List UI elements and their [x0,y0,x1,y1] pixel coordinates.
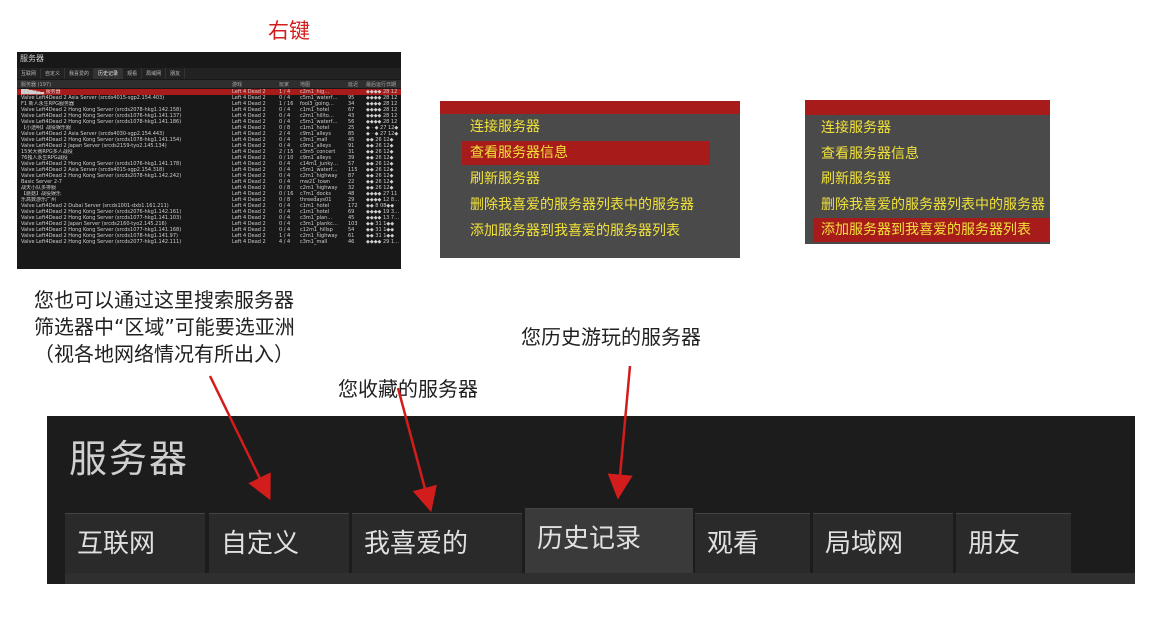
tab-0[interactable]: 互联网 [65,513,205,573]
context-menu-add-favorite: 连接服务器 查看服务器信息 刷新服务器 删除我喜爱的服务器列表中的服务器 添加服务器到我… [805,100,1050,244]
tab-6[interactable]: 朋友 [956,513,1071,573]
server-list: █▇▆▅▄▃ 服务器 Left 4 Dead 21 / 4 c2m1_hig… ◆◆◆… [17,89,401,245]
mini-browser-tabs: 互联网 自定义 我喜爱的 历史记录 观看 局域网 朋友 [17,68,401,79]
cell-players: 4 / 4 [279,239,291,245]
mini-tab[interactable]: 我喜爱的 [65,68,95,79]
menu-item[interactable]: 连接服务器 [813,116,1050,140]
tab-4[interactable]: 观看 [695,513,810,573]
menu-item[interactable]: 查看服务器信息 [813,142,1050,166]
cell-ping: 46 [348,239,355,245]
mini-tab[interactable]: 自定义 [41,68,66,79]
menu-top-bar [805,100,1050,115]
cell-name: Valve Left4Dead 2 Hong Kong Server (srcd… [21,239,182,245]
cell-last: ◆◆◆◆ 29 1… [366,239,400,245]
mini-server-browser: 服务器 互联网 自定义 我喜爱的 历史记录 观看 局域网 朋友 服务器 (197) 游戏 玩… [17,52,401,269]
server-browser-tabs-zoom: 服务器 互联网 自定义 我喜爱的 历史记录 观看 局域网 朋友 [47,416,1135,584]
menu-item[interactable]: 连接服务器 [462,115,710,139]
header-name[interactable]: 服务器 (197) [21,81,51,88]
search-annotation-line3: （视各地网络情况有所出入） [34,342,294,366]
tab-2[interactable]: 我喜爱的 [352,513,522,573]
mini-tab[interactable]: 观看 [123,68,143,79]
cell-game: Left 4 Dead 2 [232,239,266,245]
tab-1[interactable]: 自定义 [209,513,349,573]
mini-tab[interactable]: 局域网 [142,68,167,79]
header-last-played[interactable]: 最后运行日期 [366,81,396,88]
menu-item[interactable]: 添加服务器到我喜爱的服务器列表 [813,218,1050,242]
tab-5[interactable]: 局域网 [813,513,953,573]
tab-content-edge [65,573,1135,584]
table-row[interactable]: Valve Left4Dead 2 Hong Kong Server (srcd… [17,239,401,245]
mini-tab[interactable]: 历史记录 [94,68,124,79]
menu-item[interactable]: 查看服务器信息 [462,141,710,165]
cell-map: c3m1_mall [300,239,328,245]
search-annotation-line2: 筛选器中“区域”可能要选亚洲 [34,315,295,339]
favorites-annotation: 您收藏的服务器 [338,377,478,401]
menu-item[interactable]: 刷新服务器 [813,167,1050,191]
menu-item[interactable]: 删除我喜爱的服务器列表中的服务器 [462,193,710,217]
search-annotation-line1: 您也可以通过这里搜索服务器 [34,288,294,312]
history-annotation: 您历史游玩的服务器 [521,325,701,349]
page-title: 服务器 [69,437,190,481]
mini-tab[interactable]: 互联网 [17,68,42,79]
menu-item[interactable]: 刷新服务器 [462,167,710,191]
header-players[interactable]: 玩家 [279,81,289,88]
mini-tab[interactable]: 朋友 [166,68,186,79]
menu-item[interactable]: 添加服务器到我喜爱的服务器列表 [462,219,710,243]
tab-3[interactable]: 历史记录 [525,508,693,574]
menu-top-bar [440,101,740,114]
header-game[interactable]: 游戏 [232,81,242,88]
mini-browser-title: 服务器 [20,54,44,63]
right-click-annotation: 右键 [268,19,310,43]
context-menu-view-info: 连接服务器 查看服务器信息 刷新服务器 删除我喜爱的服务器列表中的服务器 添加服务器到我… [440,101,740,258]
menu-item[interactable]: 删除我喜爱的服务器列表中的服务器 [813,193,1050,217]
header-ping[interactable]: 延迟 [348,81,358,88]
header-map[interactable]: 地图 [300,81,310,88]
mini-browser-header: 服务器 (197) 游戏 玩家 地图 延迟 最后运行日期 [17,80,401,88]
